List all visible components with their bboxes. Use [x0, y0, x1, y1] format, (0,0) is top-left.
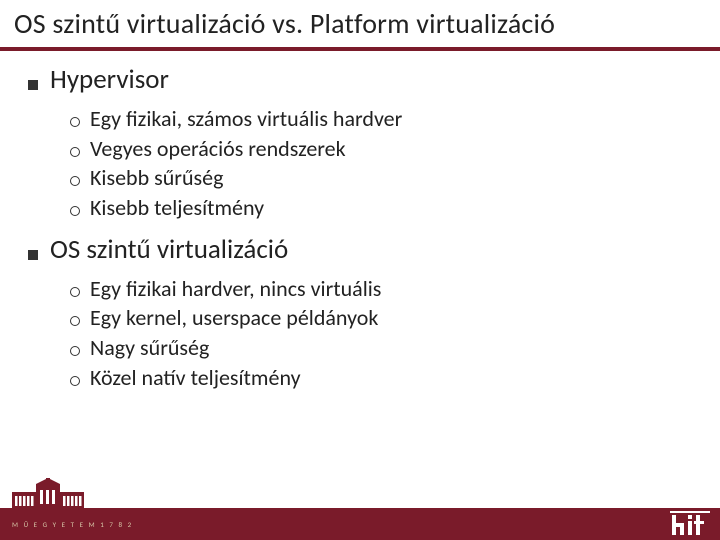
list-item-text: Nagy sűrűség [90, 333, 209, 363]
circle-bullet-icon [70, 206, 80, 216]
list-item: Egy fizikai, számos virtuális hardver [70, 104, 692, 134]
hit-logo-icon [670, 511, 710, 537]
footer-bar: M Ű E G Y E T E M 1 7 8 2 [0, 508, 720, 540]
circle-bullet-icon [70, 316, 80, 326]
list-item-text: Kisebb sűrűség [90, 163, 223, 193]
square-bullet-icon [28, 80, 38, 90]
circle-bullet-icon [70, 147, 80, 157]
section-items: Egy fizikai hardver, nincs virtuális Egy… [28, 274, 692, 393]
circle-bullet-icon [70, 287, 80, 297]
list-item-text: Egy fizikai, számos virtuális hardver [90, 104, 402, 134]
list-item-text: Közel natív teljesítmény [90, 363, 301, 393]
square-bullet-icon [28, 250, 38, 260]
building-icon [6, 478, 90, 510]
list-item: Kisebb teljesítmény [70, 193, 692, 223]
section-items: Egy fizikai, számos virtuális hardver Ve… [28, 104, 692, 223]
section-heading-row: Hypervisor [28, 63, 692, 96]
section-heading: OS szintű virtualizáció [50, 233, 288, 266]
section-hypervisor: Hypervisor Egy fizikai, számos virtuális… [28, 63, 692, 223]
circle-bullet-icon [70, 376, 80, 386]
circle-bullet-icon [70, 346, 80, 356]
list-item: Egy kernel, userspace példányok [70, 303, 692, 333]
content-area: Hypervisor Egy fizikai, számos virtuális… [0, 51, 720, 393]
circle-bullet-icon [70, 117, 80, 127]
circle-bullet-icon [70, 176, 80, 186]
list-item-text: Egy kernel, userspace példányok [90, 303, 378, 333]
list-item-text: Kisebb teljesítmény [90, 193, 264, 223]
section-heading: Hypervisor [50, 63, 169, 96]
list-item: Egy fizikai hardver, nincs virtuális [70, 274, 692, 304]
section-heading-row: OS szintű virtualizáció [28, 233, 692, 266]
title-area: OS szintű virtualizáció vs. Platform vir… [0, 0, 720, 43]
list-item: Kisebb sűrűség [70, 163, 692, 193]
slide: OS szintű virtualizáció vs. Platform vir… [0, 0, 720, 540]
section-os-virtualization: OS szintű virtualizáció Egy fizikai hard… [28, 233, 692, 393]
list-item: Közel natív teljesítmény [70, 363, 692, 393]
list-item: Vegyes operációs rendszerek [70, 134, 692, 164]
list-item: Nagy sűrűség [70, 333, 692, 363]
list-item-text: Vegyes operációs rendszerek [90, 134, 346, 164]
list-item-text: Egy fizikai hardver, nincs virtuális [90, 274, 381, 304]
footer-left-text: M Ű E G Y E T E M 1 7 8 2 [12, 520, 133, 529]
slide-title: OS szintű virtualizáció vs. Platform vir… [14, 6, 706, 41]
